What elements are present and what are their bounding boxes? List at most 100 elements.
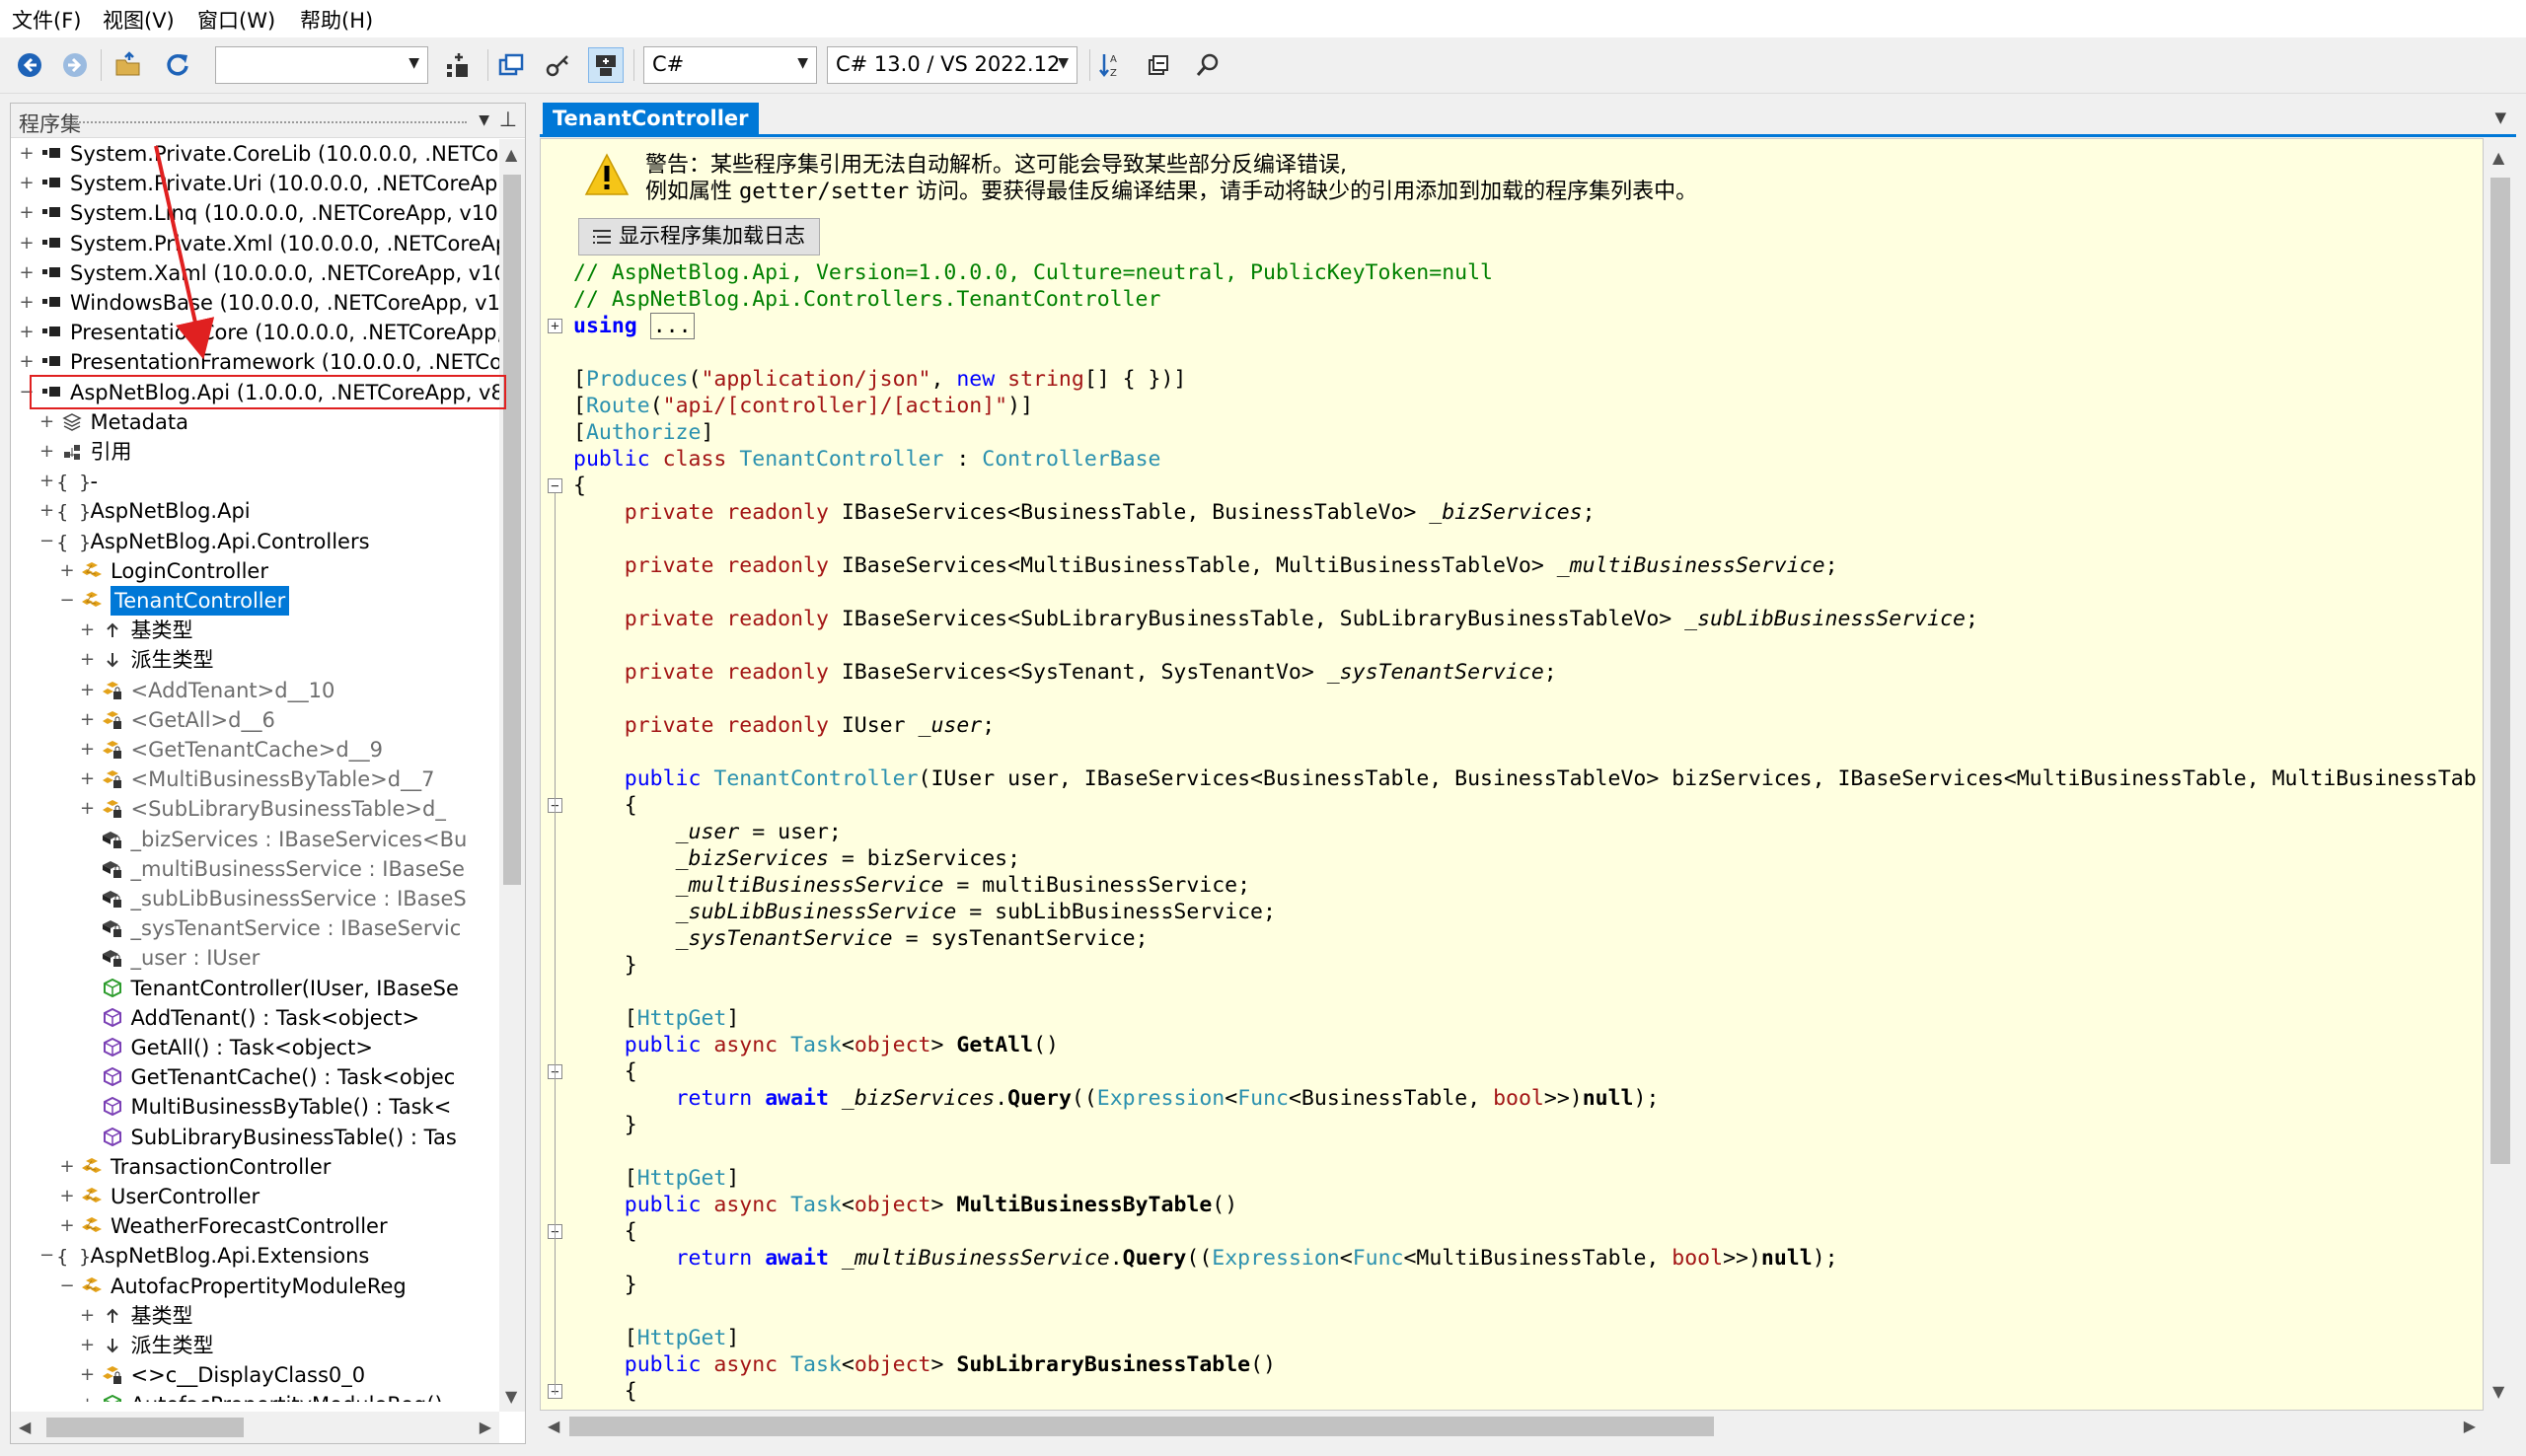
tree-node[interactable]: + WindowsBase (10.0.0.0, .NETCoreApp, v10: [17, 288, 499, 318]
scrollbar-thumb[interactable]: [46, 1418, 244, 1437]
collapse-region-icon[interactable]: −: [548, 478, 562, 493]
scroll-up-icon[interactable]: ▲: [505, 145, 517, 164]
collapse-icon[interactable]: −: [37, 1241, 57, 1271]
tree-node[interactable]: + WeatherForecastController: [57, 1211, 387, 1241]
collapse-icon[interactable]: −: [57, 586, 77, 616]
open-button[interactable]: [111, 47, 146, 83]
code-vertical-scrollbar[interactable]: ▲ ▼: [2484, 138, 2516, 1411]
tree-node[interactable]: + <GetAll>d__6: [78, 705, 275, 735]
code-editor[interactable]: 警告：某些程序集引用无法自动解析。这可能会导致某些部分反编译错误, 例如属性 g…: [540, 138, 2484, 1411]
expand-icon[interactable]: +: [17, 229, 37, 258]
tree-node[interactable]: + 派生类型: [78, 645, 214, 675]
expand-icon[interactable]: +: [78, 764, 98, 794]
expand-icon[interactable]: +: [78, 1301, 98, 1331]
expand-icon[interactable]: +: [17, 198, 37, 228]
tree-node[interactable]: + <MultiBusinessByTable>d__7: [78, 764, 435, 794]
scroll-down-icon[interactable]: ▼: [505, 1387, 517, 1406]
code-horizontal-scrollbar[interactable]: ◀ ▶: [540, 1411, 2484, 1442]
add-to-list-button[interactable]: [440, 47, 476, 83]
expand-icon[interactable]: +: [57, 1182, 77, 1211]
tree-node[interactable]: −{ }AspNetBlog.Api.Extensions: [37, 1241, 369, 1271]
tree-node[interactable]: + PresentationCore (10.0.0.0, .NETCoreApp…: [17, 318, 499, 347]
tree-vertical-scrollbar[interactable]: ▲ ▼: [499, 139, 525, 1412]
expand-icon[interactable]: +: [37, 467, 57, 496]
show-load-log-button[interactable]: 显示程序集加载日志: [578, 218, 820, 255]
expand-icon[interactable]: +: [17, 169, 37, 198]
expand-icon[interactable]: +: [17, 288, 37, 318]
language-version-select[interactable]: C# 13.0 / VS 2022.12 ▼: [827, 46, 1077, 84]
collapse-icon[interactable]: −: [57, 1272, 77, 1301]
tree-node[interactable]: + Metadata: [37, 407, 188, 437]
tree-node[interactable]: + <GetTenantCache>d__9: [78, 735, 383, 764]
scroll-right-icon[interactable]: ▶: [2464, 1417, 2476, 1435]
expand-icon[interactable]: +: [37, 407, 57, 437]
scroll-up-icon[interactable]: ▲: [2492, 148, 2504, 167]
expand-icon[interactable]: +: [78, 1390, 98, 1402]
tree-node[interactable]: − AspNetBlog.Api (1.0.0.0, .NETCoreApp, v…: [17, 378, 499, 407]
tree-node[interactable]: −{ }AspNetBlog.Api.Controllers: [37, 527, 370, 556]
expand-icon[interactable]: +: [17, 318, 37, 347]
tree-node[interactable]: + <AddTenant>d__10: [78, 676, 334, 705]
tree-node[interactable]: + 基类型: [78, 616, 193, 645]
assembly-list-combo[interactable]: ▼: [215, 46, 428, 84]
tree-node[interactable]: + System.Private.Uri (10.0.0.0, .NETCoreA…: [17, 169, 499, 198]
tree-node[interactable]: + System.Xaml (10.0.0.0, .NETCoreApp, v10…: [17, 258, 499, 288]
expand-icon[interactable]: +: [78, 1331, 98, 1360]
expand-icon[interactable]: +: [57, 556, 77, 586]
scrollbar-thumb[interactable]: [569, 1417, 1714, 1436]
scroll-right-icon[interactable]: ▶: [480, 1418, 491, 1436]
tree-node[interactable]: GetAll() : Task<object>: [78, 1033, 373, 1062]
tree-node[interactable]: + LoginController: [57, 556, 268, 586]
menu-help[interactable]: 帮助(H): [300, 5, 373, 35]
expand-icon[interactable]: +: [57, 1152, 77, 1182]
manage-lists-button[interactable]: [493, 47, 529, 83]
tree-node[interactable]: +{ }AspNetBlog.Api: [37, 496, 251, 526]
tree-node[interactable]: _subLibBusinessService : IBaseS: [78, 884, 467, 913]
expand-icon[interactable]: +: [78, 676, 98, 705]
scroll-left-icon[interactable]: ◀: [548, 1417, 559, 1435]
tree-node[interactable]: _bizServices : IBaseServices<Bu: [78, 825, 467, 854]
tree-node[interactable]: + 基类型: [78, 1301, 193, 1331]
show-all-button[interactable]: [541, 47, 576, 83]
tree-node[interactable]: MultiBusinessByTable() : Task<: [78, 1092, 451, 1122]
expand-icon[interactable]: +: [78, 705, 98, 735]
tree-node[interactable]: + System.Private.CoreLib (10.0.0.0, .NETC…: [17, 139, 499, 169]
tree-node[interactable]: + 派生类型: [78, 1331, 214, 1360]
scrollbar-thumb[interactable]: [503, 175, 521, 885]
expand-icon[interactable]: +: [17, 139, 37, 169]
scroll-down-icon[interactable]: ▼: [2492, 1382, 2504, 1401]
expand-icon[interactable]: +: [78, 794, 98, 824]
tree-node[interactable]: + 引用: [37, 437, 132, 467]
menu-view[interactable]: 视图(V): [103, 5, 175, 35]
collapse-all-button[interactable]: [1141, 47, 1176, 83]
language-select[interactable]: C# ▼: [643, 46, 817, 84]
expand-icon[interactable]: +: [78, 616, 98, 645]
tree-node[interactable]: _sysTenantService : IBaseServic: [78, 913, 461, 943]
tree-node[interactable]: − AutofacPropertityModuleReg: [57, 1272, 406, 1301]
scroll-left-icon[interactable]: ◀: [19, 1418, 31, 1436]
tree-node[interactable]: − TenantController: [57, 586, 290, 616]
back-button[interactable]: [12, 47, 47, 83]
panel-menu-icon[interactable]: ▼: [479, 112, 489, 128]
tree-node[interactable]: + System.Linq (10.0.0.0, .NETCoreApp, v10…: [17, 198, 499, 228]
tree-node[interactable]: _multiBusinessService : IBaseSe: [78, 854, 465, 884]
tree-horizontal-scrollbar[interactable]: ◀ ▶: [11, 1412, 499, 1443]
expand-icon[interactable]: +: [37, 437, 57, 467]
menu-file[interactable]: 文件(F): [12, 5, 81, 35]
expand-icon[interactable]: +: [17, 258, 37, 288]
tree-node[interactable]: + AutofacPropertityModuleReg(): [78, 1390, 443, 1402]
collapse-icon[interactable]: −: [17, 378, 37, 407]
tree-node[interactable]: + UserController: [57, 1182, 260, 1211]
tree-node[interactable]: SubLibraryBusinessTable() : Tas: [78, 1123, 457, 1152]
forward-button[interactable]: [57, 47, 93, 83]
expand-icon[interactable]: +: [17, 347, 37, 377]
tree-node[interactable]: + TransactionController: [57, 1152, 331, 1182]
show-private-button[interactable]: [588, 47, 624, 83]
tree-node[interactable]: TenantController(IUser, IBaseSe: [78, 974, 459, 1003]
sort-button[interactable]: AZ: [1093, 47, 1129, 83]
expand-icon[interactable]: +: [37, 496, 57, 526]
tree-node[interactable]: + System.Private.Xml (10.0.0.0, .NETCoreA…: [17, 229, 499, 258]
expand-icon[interactable]: +: [78, 735, 98, 764]
expand-icon[interactable]: +: [78, 1360, 98, 1390]
assembly-tree[interactable]: + System.Private.CoreLib (10.0.0.0, .NETC…: [11, 139, 499, 1402]
